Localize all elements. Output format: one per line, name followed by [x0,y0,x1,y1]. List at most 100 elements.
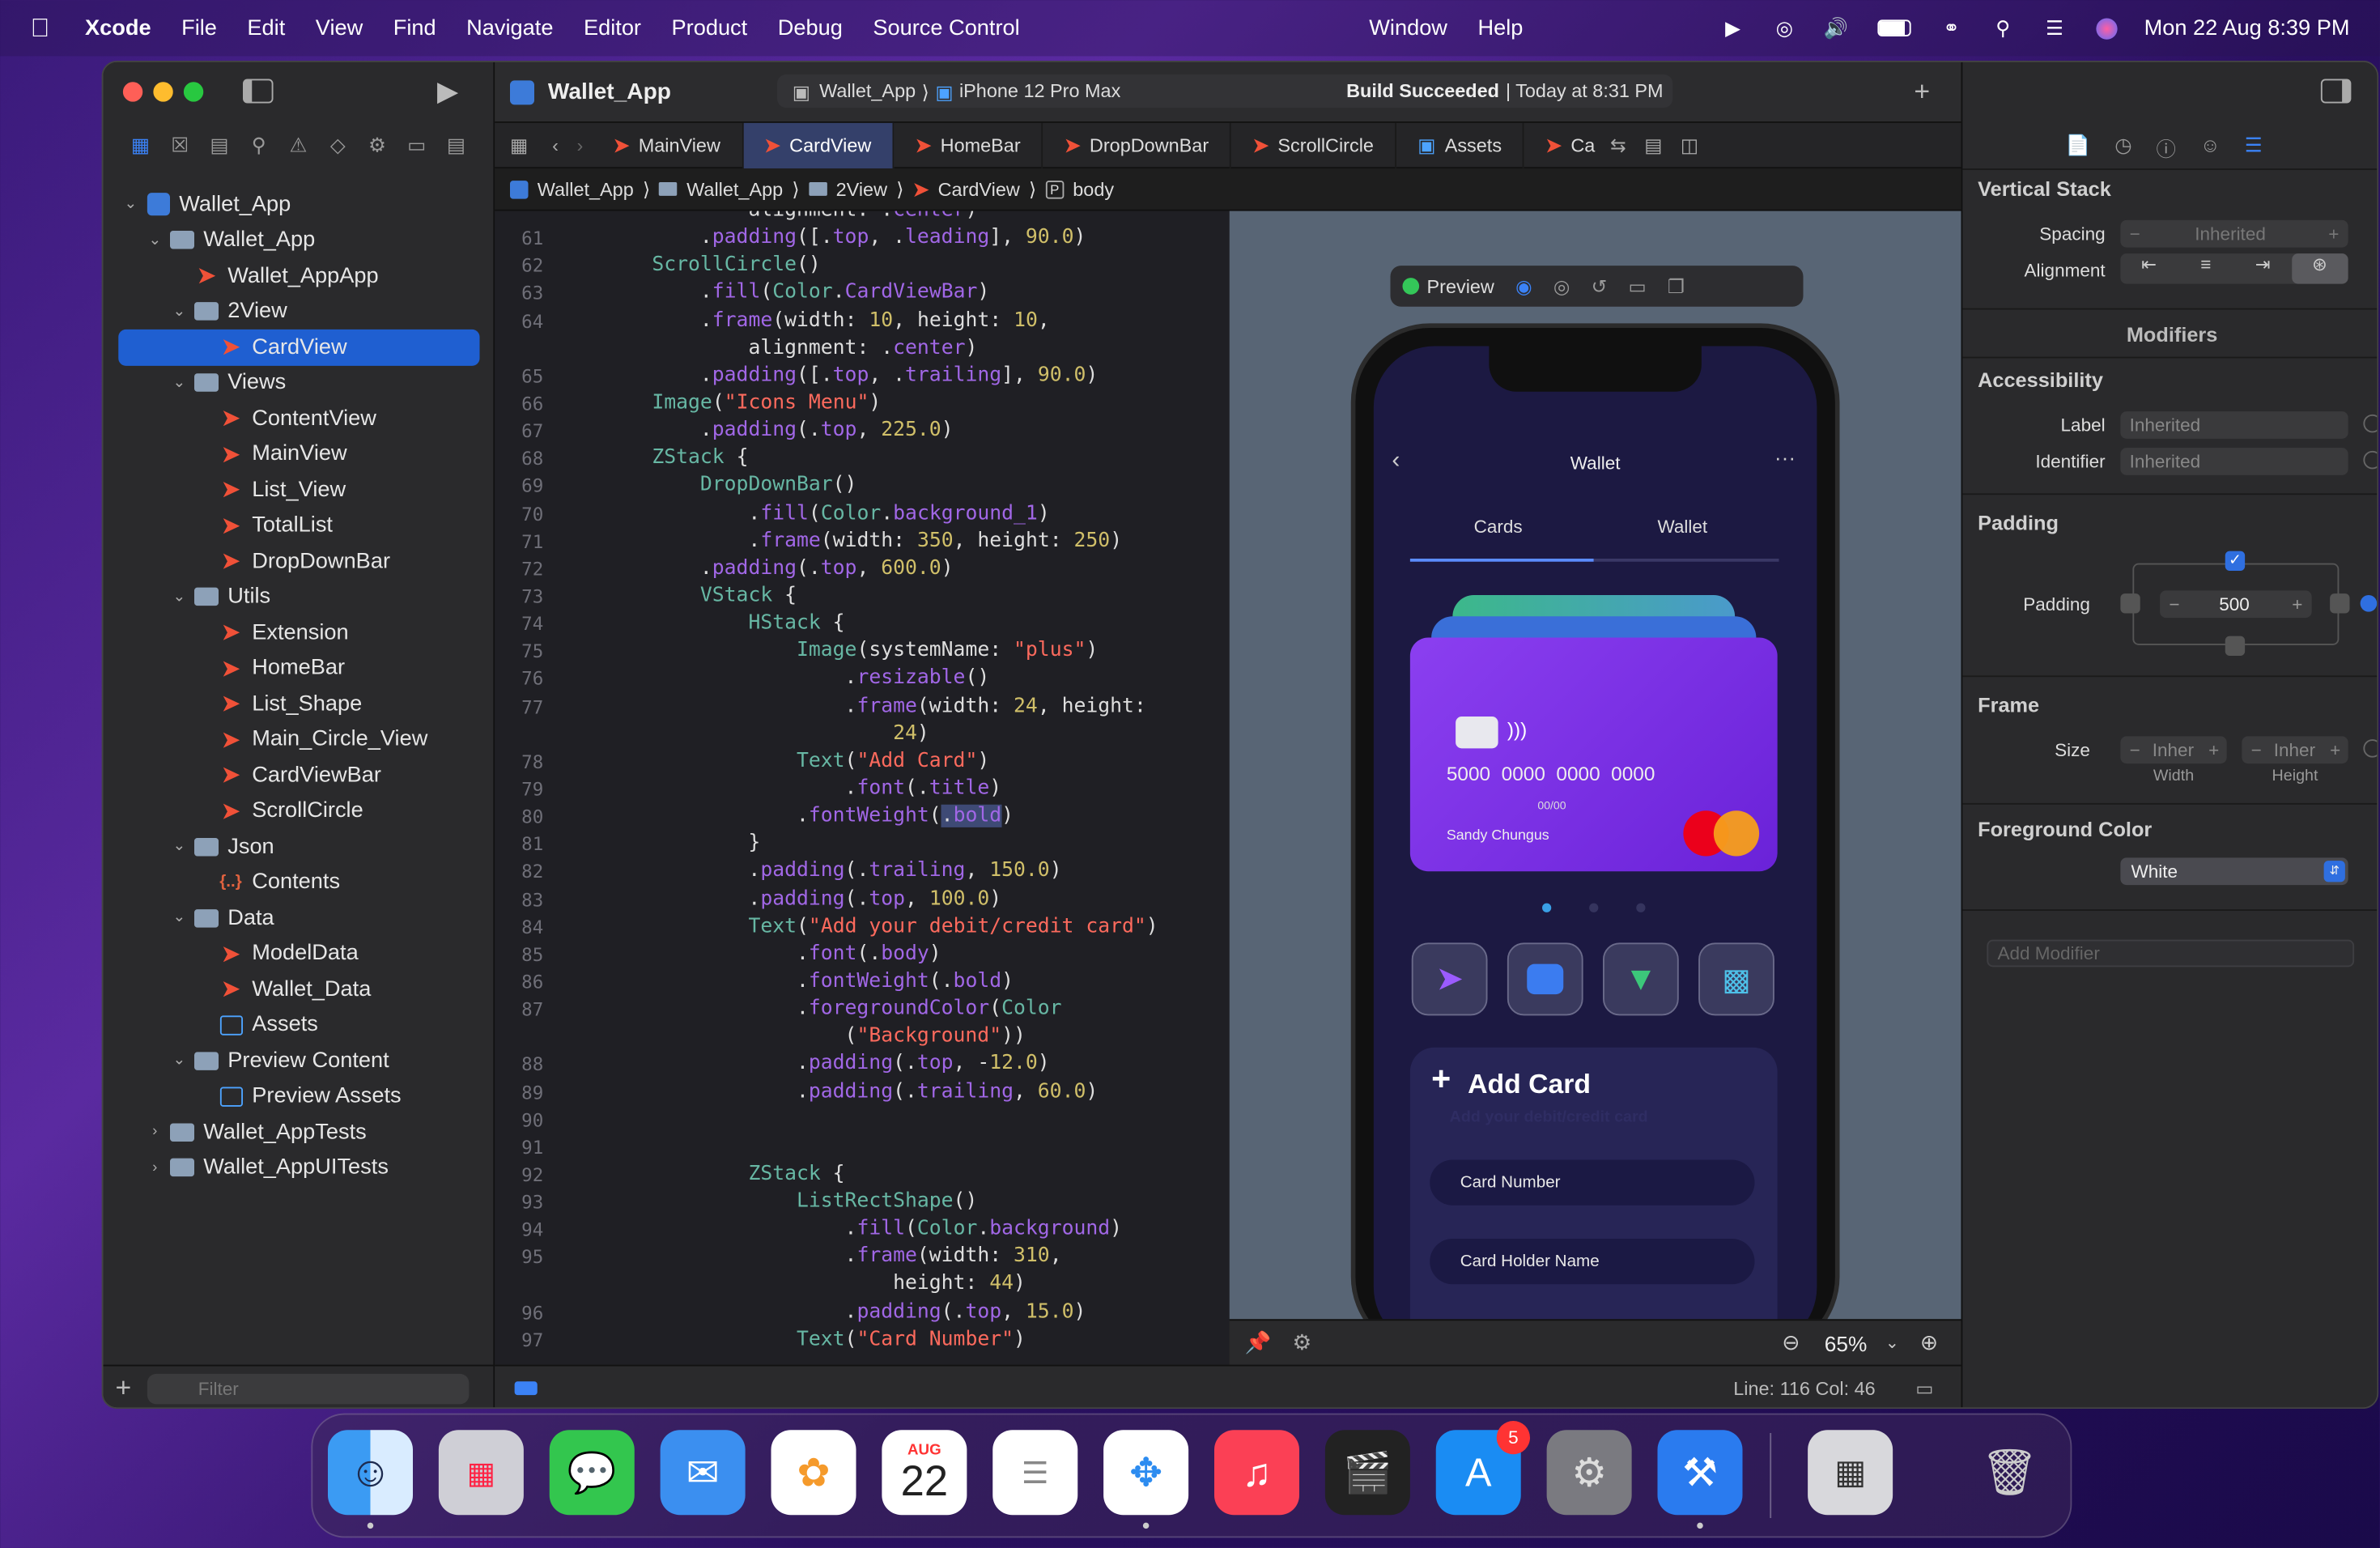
code-line[interactable]: 71 .frame(width: 350, height: 250) [495,528,1230,555]
jump-symbol[interactable]: body [1073,178,1114,199]
disclosure-open-icon[interactable]: ⌄ [170,375,189,392]
height-stepper[interactable]: − Inher + [2242,736,2348,764]
navigator-item[interactable]: ➤ CardViewBar [104,758,495,793]
padding-leading-checkbox[interactable] [2120,593,2140,614]
identifier-radio[interactable] [2363,450,2378,470]
navigator-item[interactable]: ➤ CardView [118,329,480,365]
stepper-plus-icon[interactable]: + [2328,223,2339,245]
navigator-item[interactable]: ➤ List_View [104,472,495,508]
live-mode-icon[interactable]: ◉ [1515,274,1532,297]
code-line[interactable]: 61 .padding([.top, .leading], 90.0) [495,225,1230,253]
navigator-item[interactable]: ⌄ Views [104,365,495,401]
final-cut-icon[interactable]: 🎬 [1324,1430,1410,1516]
debug-navigator-icon[interactable]: ⚙ [364,134,390,158]
accessibility-label-input[interactable]: Inherited [2120,411,2348,439]
report-navigator-icon[interactable]: ▤ [444,134,470,158]
menu-icon-send[interactable]: ➤ [1411,942,1488,1016]
code-line[interactable]: 92 ZStack { [495,1161,1230,1189]
zoom-level[interactable]: 65% [1825,1330,1868,1354]
trash-icon[interactable]: 🗑 [1967,1430,2052,1515]
reminders-icon[interactable]: ☰ [992,1430,1078,1516]
code-line[interactable]: 24) [495,721,1230,748]
code-line[interactable]: ("Background")) [495,1023,1230,1051]
menu-icon-chart[interactable]: ▩ [1698,942,1774,1016]
align-custom-icon[interactable]: ⊛ [2291,253,2348,284]
spacing-stepper[interactable]: − Inherited + [2120,219,2348,248]
disclosure-open-icon[interactable]: ⌄ [121,196,140,213]
back-nav-icon[interactable]: ‹ [543,134,567,155]
file-inspector-icon[interactable]: 📄 [2066,134,2090,163]
duplicate-preview-icon[interactable]: ❐ [1668,274,1685,297]
code-line[interactable]: 91 [495,1133,1230,1161]
code-line[interactable]: 85 .font(.body) [495,941,1230,968]
code-line[interactable]: 79 .font(.title) [495,776,1230,803]
launchpad-icon[interactable]: ▦ [438,1430,524,1516]
calculator-icon[interactable]: ▦ [1808,1430,1893,1516]
jump-folder[interactable]: 2View [836,178,887,199]
airdrop-icon[interactable]: ◎ [1770,16,1798,40]
navigator-item[interactable]: ⌄ Wallet_App [104,187,495,223]
add-tab-icon[interactable]: + [1914,76,1930,108]
navigator-item[interactable]: ⌄ 2View [104,294,495,330]
navigator-item[interactable]: ⌄ Data [104,900,495,936]
close-window-button[interactable] [122,82,143,102]
code-line[interactable]: 86 .fontWeight(.bold) [495,968,1230,996]
code-line[interactable]: 81 } [495,831,1230,858]
menu-help[interactable]: Help [1477,16,1523,40]
stepper-plus-icon[interactable]: + [2292,593,2302,615]
navigator-item[interactable]: › Wallet_AppTests [104,1114,495,1150]
card-number-field[interactable]: Card Number [1430,1159,1755,1206]
navigator-item[interactable]: › Wallet_AppUITests [104,1150,495,1185]
live-preview-button[interactable]: Preview [1402,275,1494,297]
navigator-item[interactable]: ⌄ Preview Content [104,1043,495,1078]
menu-icon-wallet[interactable] [1507,942,1583,1016]
phone-tab-cards[interactable]: Cards [1474,517,1523,538]
menu-debug[interactable]: Debug [778,16,843,40]
scheme-name[interactable]: Wallet_App [819,80,916,101]
zoom-in-icon[interactable]: ⊕ [1920,1330,1938,1356]
code-line[interactable]: 90 [495,1106,1230,1133]
code-line[interactable]: 72 .padding(.top, 600.0) [495,555,1230,583]
code-line[interactable]: 83 .padding(.top, 100.0) [495,886,1230,913]
card-holder-field[interactable]: Card Holder Name [1430,1239,1755,1285]
menu-edit[interactable]: Edit [247,16,285,40]
zoom-window-button[interactable] [183,82,204,102]
padding-bottom-checkbox[interactable] [2225,636,2246,656]
code-line[interactable]: 97 Text("Card Number") [495,1326,1230,1354]
disclosure-closed-icon[interactable]: › [146,1124,164,1141]
disclosure-open-icon[interactable]: ⌄ [170,838,189,855]
navigator-filter-input[interactable]: Filter [146,1372,469,1404]
code-line[interactable]: 87 .foregroundColor(Color [495,996,1230,1023]
control-center-icon[interactable]: ☰ [2041,16,2068,40]
navigator-item[interactable]: Preview Assets [104,1078,495,1114]
code-line[interactable]: 93 ListRectShape() [495,1189,1230,1216]
padding-stepper[interactable]: − 500 + [2160,590,2312,619]
code-line[interactable]: 68 ZStack { [495,445,1230,473]
source-editor[interactable]: alignment: .center)61 .padding([.top, .l… [495,211,1230,1365]
navigator-item[interactable]: ➤ MainView [104,436,495,472]
label-radio[interactable] [2363,414,2378,433]
device-name[interactable]: iPhone 12 Pro Max [959,80,1120,101]
selectable-mode-icon[interactable]: ◎ [1553,274,1570,297]
navigator-item[interactable]: ➤ ModelData [104,936,495,972]
code-line[interactable]: height: 44) [495,1271,1230,1299]
navigator-item[interactable]: Assets [104,1007,495,1043]
navigator-item[interactable]: ⌄ Json [104,829,495,865]
menu-icon-vue[interactable]: ▼ [1603,942,1679,1016]
pin-preview-icon[interactable]: 📌 [1245,1330,1272,1356]
source-control-navigator-icon[interactable]: ☒ [167,134,193,158]
split-editor-icon[interactable]: ◫ [1672,134,1708,156]
menu-find[interactable]: Find [393,16,436,40]
code-line[interactable]: 75 Image(systemName: "plus") [495,638,1230,666]
disclosure-open-icon[interactable]: ⌄ [146,232,164,249]
foreground-color-popup[interactable]: White ⇵ [2120,857,2348,886]
code-line[interactable]: 76 .resizable() [495,666,1230,693]
disclosure-open-icon[interactable]: ⌄ [170,589,189,606]
code-line[interactable]: 74 HStack { [495,610,1230,638]
code-line[interactable]: 95 .frame(width: 310, [495,1244,1230,1271]
variants-icon[interactable]: ⚙ [1292,1330,1311,1356]
code-line[interactable]: 73 VStack { [495,583,1230,610]
accessibility-identifier-input[interactable]: Inherited [2120,448,2348,475]
orientation-icon[interactable]: ↺ [1592,274,1608,297]
run-button[interactable]: ▶ [437,76,458,108]
